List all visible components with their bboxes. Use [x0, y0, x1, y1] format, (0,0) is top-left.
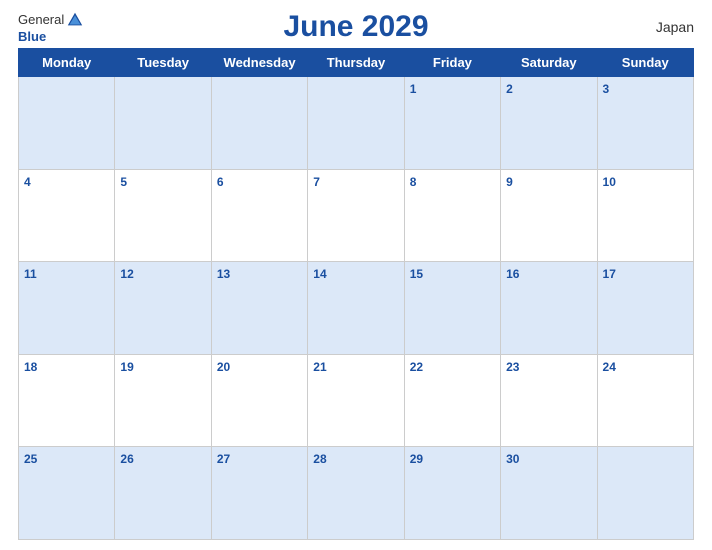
day-header-wednesday: Wednesday: [211, 49, 307, 77]
day-header-thursday: Thursday: [308, 49, 404, 77]
calendar-table: MondayTuesdayWednesdayThursdayFridaySatu…: [18, 48, 694, 540]
calendar-day: 17: [597, 262, 693, 355]
calendar-day: 9: [501, 169, 597, 262]
day-number: 13: [217, 267, 230, 281]
calendar-day: [115, 77, 211, 170]
calendar-day: 11: [19, 262, 115, 355]
calendar-week-2: 4 5 6 7 8 9 10: [19, 169, 694, 262]
day-number: 19: [120, 360, 133, 374]
calendar-day: 29: [404, 447, 500, 540]
calendar-day: 21: [308, 354, 404, 447]
calendar-day: 8: [404, 169, 500, 262]
calendar-day: [597, 447, 693, 540]
calendar-day: [211, 77, 307, 170]
calendar-day: 7: [308, 169, 404, 262]
day-number: 17: [603, 267, 616, 281]
logo-general-text: General: [18, 12, 64, 27]
calendar-day: [308, 77, 404, 170]
logo-icon: [66, 11, 84, 29]
day-number: 2: [506, 82, 513, 96]
calendar-day: 4: [19, 169, 115, 262]
calendar-day: 22: [404, 354, 500, 447]
day-number: 4: [24, 175, 31, 189]
day-number: 10: [603, 175, 616, 189]
calendar-day: 15: [404, 262, 500, 355]
day-number: 26: [120, 452, 133, 466]
day-number: 27: [217, 452, 230, 466]
day-number: 1: [410, 82, 417, 96]
calendar-week-5: 25 26 27 28 29 30: [19, 447, 694, 540]
title-area: June 2029: [108, 10, 604, 44]
day-number: 15: [410, 267, 423, 281]
day-number: 5: [120, 175, 127, 189]
day-number: 12: [120, 267, 133, 281]
day-header-saturday: Saturday: [501, 49, 597, 77]
calendar-day: 27: [211, 447, 307, 540]
day-number: 21: [313, 360, 326, 374]
calendar-day: 13: [211, 262, 307, 355]
calendar-title: June 2029: [283, 10, 428, 43]
calendar-day: 6: [211, 169, 307, 262]
calendar-week-1: 1 2 3: [19, 77, 694, 170]
day-number: 6: [217, 175, 224, 189]
calendar-day: 30: [501, 447, 597, 540]
day-number: 28: [313, 452, 326, 466]
calendar-day: 20: [211, 354, 307, 447]
calendar-week-4: 18 19 20 21 22 23 24: [19, 354, 694, 447]
logo-blue-text: Blue: [18, 29, 46, 44]
day-number: 3: [603, 82, 610, 96]
country-label: Japan: [604, 19, 694, 35]
calendar-day: 28: [308, 447, 404, 540]
logo-area: General Blue: [18, 11, 108, 44]
day-number: 18: [24, 360, 37, 374]
day-number: 16: [506, 267, 519, 281]
calendar-day: 14: [308, 262, 404, 355]
day-header-monday: Monday: [19, 49, 115, 77]
calendar-day: 18: [19, 354, 115, 447]
calendar-day: 16: [501, 262, 597, 355]
day-number: 7: [313, 175, 320, 189]
calendar-day: 26: [115, 447, 211, 540]
calendar-header-row: MondayTuesdayWednesdayThursdayFridaySatu…: [19, 49, 694, 77]
calendar-week-3: 11 12 13 14 15 16 17: [19, 262, 694, 355]
day-header-friday: Friday: [404, 49, 500, 77]
calendar-day: 1: [404, 77, 500, 170]
day-number: 20: [217, 360, 230, 374]
calendar-day: 2: [501, 77, 597, 170]
calendar-day: 5: [115, 169, 211, 262]
day-number: 22: [410, 360, 423, 374]
calendar-day: 12: [115, 262, 211, 355]
day-header-sunday: Sunday: [597, 49, 693, 77]
calendar-day: 19: [115, 354, 211, 447]
calendar-day: [19, 77, 115, 170]
day-number: 11: [24, 267, 37, 281]
calendar-day: 25: [19, 447, 115, 540]
day-number: 29: [410, 452, 423, 466]
calendar-day: 10: [597, 169, 693, 262]
calendar-day: 23: [501, 354, 597, 447]
day-number: 14: [313, 267, 326, 281]
day-number: 30: [506, 452, 519, 466]
day-number: 25: [24, 452, 37, 466]
day-header-tuesday: Tuesday: [115, 49, 211, 77]
day-number: 9: [506, 175, 513, 189]
day-number: 8: [410, 175, 417, 189]
logo-text: General: [18, 11, 84, 29]
day-number: 23: [506, 360, 519, 374]
day-number: 24: [603, 360, 616, 374]
calendar-day: 3: [597, 77, 693, 170]
calendar-day: 24: [597, 354, 693, 447]
calendar-header: General Blue June 2029 Japan: [18, 10, 694, 44]
